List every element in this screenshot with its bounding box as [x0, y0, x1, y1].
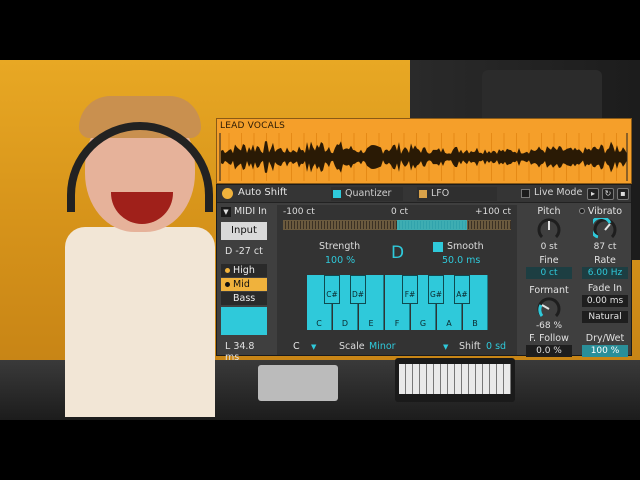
- cents-min-label: -100 ct: [283, 207, 315, 217]
- quantizer-panel: -100 ct 0 ct +100 ct Strength 100 % D Sm…: [277, 205, 517, 355]
- formant-follow-value[interactable]: 0.0 %: [526, 345, 572, 357]
- key-c-label: C: [316, 319, 322, 328]
- range-mid-button[interactable]: Mid: [221, 278, 267, 291]
- key-d-label: D: [341, 319, 349, 328]
- live-mode-label: Live Mode: [534, 187, 583, 198]
- key-g-sharp[interactable]: G#: [428, 275, 444, 304]
- pitch-knob[interactable]: [537, 218, 561, 242]
- waveform: [219, 133, 628, 181]
- input-section: ▼ MIDI In Input D -27 ct High Mid Bass L …: [219, 205, 271, 363]
- input-button[interactable]: Input: [221, 222, 267, 240]
- save-icon[interactable]: ▪: [617, 188, 629, 200]
- device-title-bar: Auto Shift Quantizer LFO Live Mode ▸ ↻ ▪: [217, 185, 631, 203]
- chevron-down-icon[interactable]: ▼: [311, 343, 316, 351]
- tab-quantizer[interactable]: Quantizer: [331, 187, 403, 201]
- range-bass-label: Bass: [233, 293, 256, 304]
- pitch-label: Pitch: [537, 206, 561, 217]
- live-mode-toggle[interactable]: Live Mode: [521, 187, 582, 198]
- cents-zero-label: 0 ct: [391, 207, 409, 217]
- cents-max-label: +100 ct: [474, 207, 511, 217]
- key-a-sharp[interactable]: A#: [454, 275, 470, 304]
- range-bass-button[interactable]: Bass: [221, 292, 267, 305]
- range-high-label: High: [233, 265, 255, 276]
- lfo-toggle[interactable]: [419, 190, 427, 198]
- range-mid-label: Mid: [233, 279, 250, 290]
- detune-readout: D -27 ct: [225, 246, 263, 257]
- key-d-sharp-label: D#: [351, 290, 365, 299]
- chevron-down-icon[interactable]: ▼: [443, 343, 448, 351]
- key-f-sharp-label: F#: [404, 290, 416, 299]
- range-extra-button[interactable]: [221, 307, 267, 335]
- formant-follow-label: F. Follow: [529, 333, 569, 344]
- device-title: Auto Shift: [238, 187, 288, 198]
- detected-key: D: [391, 243, 405, 263]
- fade-in-value[interactable]: 0.00 ms: [582, 295, 628, 307]
- smooth-value[interactable]: 50.0 ms: [442, 255, 480, 266]
- pitch-deviation-meter: [283, 220, 511, 230]
- key-a-label: A: [446, 319, 452, 328]
- live-mode-checkbox[interactable]: [521, 189, 530, 198]
- keyboard-keys: [399, 364, 511, 394]
- fade-in-label: Fade In: [587, 283, 623, 294]
- strength-label: Strength: [319, 241, 361, 252]
- range-high-button[interactable]: High: [221, 264, 267, 277]
- shift-label: Shift: [459, 341, 481, 352]
- root-note-select[interactable]: C: [293, 341, 300, 352]
- audio-clip[interactable]: LEAD VOCALS: [216, 118, 632, 184]
- refresh-icon[interactable]: ↻: [602, 188, 614, 200]
- dry-wet-label: Dry/Wet: [585, 333, 625, 344]
- scale-keyboard: C D E F G A B C# D# F# G# A#: [307, 275, 489, 330]
- dry-wet-value[interactable]: 100 %: [582, 345, 628, 357]
- midi-map-icon[interactable]: ▸: [587, 188, 599, 200]
- smooth-label: Smooth: [447, 241, 484, 252]
- trackpad: [258, 365, 338, 401]
- quantizer-toggle[interactable]: [333, 190, 341, 198]
- strength-value[interactable]: 100 %: [325, 255, 355, 266]
- key-a-sharp-label: A#: [456, 290, 468, 299]
- latency-readout: L 34.8 ms: [225, 341, 255, 363]
- auto-shift-device: Auto Shift Quantizer LFO Live Mode ▸ ↻ ▪…: [216, 184, 632, 363]
- rate-label: Rate: [594, 255, 616, 266]
- key-e-label: E: [368, 319, 374, 328]
- puppet-body: [65, 227, 215, 417]
- rate-value[interactable]: 6.00 Hz: [582, 267, 628, 279]
- puppet-presenter: [65, 96, 235, 417]
- smooth-toggle[interactable]: Smooth: [433, 241, 484, 252]
- pitch-formant-section: Pitch 0 st Fine 0 ct Formant -68 % F. Fo…: [523, 205, 575, 357]
- scale-label: Scale: [339, 341, 365, 352]
- key-b-label: B: [472, 319, 478, 328]
- chevron-down-icon[interactable]: ▼: [221, 207, 231, 217]
- fine-label: Fine: [539, 255, 559, 266]
- formant-knob[interactable]: [537, 297, 561, 321]
- smooth-checkbox[interactable]: [433, 242, 443, 252]
- device-power-toggle[interactable]: [222, 188, 233, 199]
- midi-in-toggle[interactable]: ▼ MIDI In: [221, 206, 267, 217]
- tab-lfo-label: LFO: [431, 188, 450, 199]
- key-g-sharp-label: G#: [429, 290, 443, 299]
- clip-title: LEAD VOCALS: [220, 121, 286, 131]
- vibrato-mode-select[interactable]: Natural: [582, 311, 628, 323]
- fine-value[interactable]: 0 ct: [526, 267, 572, 279]
- tab-quantizer-label: Quantizer: [345, 188, 392, 199]
- key-c-sharp-label: C#: [326, 290, 338, 299]
- scale-select[interactable]: Minor: [369, 341, 396, 352]
- formant-value: -68 %: [535, 321, 563, 331]
- radio-dot-icon: [225, 268, 230, 273]
- formant-label: Formant: [529, 285, 569, 296]
- key-c-sharp[interactable]: C#: [324, 275, 340, 304]
- key-f-sharp[interactable]: F#: [402, 275, 418, 304]
- midi-keyboard: [395, 358, 515, 402]
- radio-dot-icon: [225, 282, 230, 287]
- vibrato-section: Vibrato 87 ct Rate 6.00 Hz Fade In 0.00 …: [579, 205, 631, 357]
- key-g-label: G: [419, 319, 427, 328]
- vibrato-value: 87 ct: [593, 242, 617, 252]
- pitch-value: 0 st: [540, 242, 558, 252]
- tab-lfo[interactable]: LFO: [417, 187, 497, 201]
- vibrato-knob[interactable]: [593, 218, 617, 242]
- key-f-label: F: [394, 319, 400, 328]
- vibrato-label: Vibrato: [587, 206, 623, 217]
- midi-in-label: MIDI In: [234, 206, 267, 217]
- shift-value[interactable]: 0 sd: [486, 341, 506, 352]
- key-d-sharp[interactable]: D#: [350, 275, 366, 304]
